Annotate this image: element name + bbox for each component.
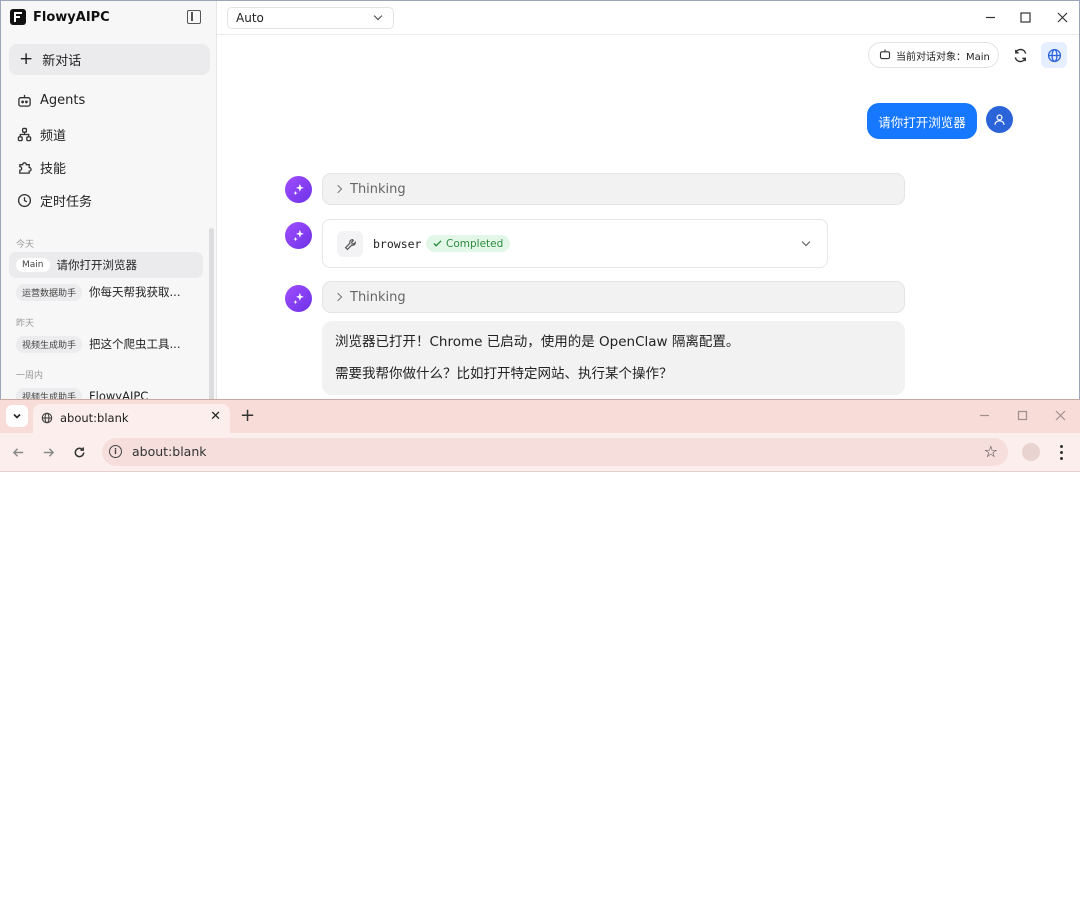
address-text: about:blank: [132, 444, 207, 459]
user-message-bubble: 请你打开浏览器: [867, 103, 977, 139]
puzzle-icon: [16, 160, 32, 176]
sidebar-item-label: Agents: [40, 92, 86, 108]
sidebar-item-label: 频道: [40, 129, 67, 144]
info-icon[interactable]: i: [109, 445, 122, 458]
clock-icon: [16, 193, 32, 209]
flowy-app-window: FlowyAIPC + 新对话 Agents 频道 技能 定时任务 今天 Mai…: [0, 0, 1080, 400]
reload-icon[interactable]: [70, 443, 88, 461]
network-icon: [16, 127, 32, 143]
sidebar-scrollbar[interactable]: [209, 228, 214, 399]
thinking-collapsible[interactable]: Thinking: [322, 281, 905, 313]
agent-tag: 运营数据助手: [16, 283, 83, 301]
profile-avatar[interactable]: [1022, 443, 1040, 461]
thinking-collapsible[interactable]: Thinking: [322, 173, 905, 205]
maximize-icon[interactable]: [1017, 9, 1033, 25]
plus-icon: +: [19, 49, 34, 69]
conversation-title: 请你打开浏览器: [56, 258, 138, 272]
chevron-down-icon[interactable]: [801, 237, 811, 247]
sidebar-item-channels[interactable]: 频道: [16, 125, 66, 144]
close-icon[interactable]: [1053, 408, 1067, 422]
chevron-right-icon: [333, 292, 343, 302]
browser-toggle-button[interactable]: [1041, 42, 1067, 68]
refresh-button[interactable]: [1011, 46, 1029, 64]
current-target-pill[interactable]: 当前对话对象：Main: [868, 42, 999, 68]
close-icon[interactable]: [1054, 9, 1070, 25]
new-tab-button[interactable]: +: [240, 405, 255, 426]
user-icon: [994, 114, 1005, 125]
model-select-value: Auto: [236, 11, 264, 25]
minimize-icon[interactable]: [982, 9, 998, 25]
tab-close-button[interactable]: ✕: [210, 409, 221, 424]
sparkle-icon: [292, 292, 304, 304]
thinking-label: Thinking: [350, 181, 406, 197]
conversation-item[interactable]: 运营数据助手 你每天帮我获取...: [9, 279, 203, 305]
tool-call-card[interactable]: browser Completed: [322, 219, 828, 268]
bot-avatar: [285, 222, 312, 249]
tab-title: about:blank: [60, 411, 129, 425]
sparkle-icon: [292, 183, 304, 195]
back-arrow-icon[interactable]: [9, 443, 27, 461]
section-title-week: 一周内: [16, 371, 44, 381]
chrome-window: about:blank ✕ + i about:blank ☆: [0, 399, 1080, 913]
maximize-icon[interactable]: [1015, 408, 1029, 422]
header-divider: [217, 34, 1079, 35]
assistant-message-bubble: 浏览器已打开！Chrome 已启动，使用的是 OpenClaw 隔离配置。 需要…: [322, 321, 905, 395]
sidebar-item-skills[interactable]: 技能: [16, 158, 66, 177]
chevron-down-icon: [373, 11, 383, 21]
bookmark-star-icon[interactable]: ☆: [984, 442, 998, 461]
sidebar-item-label: 定时任务: [40, 195, 93, 210]
agent-tag: Main: [16, 258, 50, 272]
sidebar: FlowyAIPC + 新对话 Agents 频道 技能 定时任务 今天 Mai…: [1, 1, 217, 399]
robot-icon: [16, 92, 32, 108]
model-select[interactable]: Auto: [227, 7, 394, 29]
wrench-icon: [337, 231, 363, 257]
conversation-item[interactable]: Main 请你打开浏览器: [9, 252, 203, 278]
status-badge: Completed: [426, 235, 511, 252]
forward-arrow-icon[interactable]: [39, 443, 57, 461]
robot-icon: [879, 48, 891, 63]
tab-search-button[interactable]: [6, 405, 28, 427]
minimize-icon[interactable]: [977, 408, 991, 422]
browser-toolbar: i about:blank ☆: [0, 433, 1080, 472]
app-logo-icon: [10, 9, 26, 25]
sparkle-icon: [292, 229, 304, 241]
brand: FlowyAIPC: [10, 9, 110, 25]
conversation-title: 把这个爬虫工具...: [89, 337, 181, 351]
agent-tag: 视频生成助手: [16, 335, 83, 353]
chevron-down-icon: [13, 413, 21, 419]
thinking-label: Thinking: [350, 289, 406, 305]
sidebar-item-agents[interactable]: Agents: [16, 92, 85, 108]
assistant-message-line: 浏览器已打开！Chrome 已启动，使用的是 OpenClaw 隔离配置。: [335, 334, 740, 350]
assistant-message-line: 需要我帮你做什么？比如打开特定网站、执行某个操作？: [335, 366, 673, 382]
current-target-label: 当前对话对象：Main: [896, 51, 990, 63]
app-name: FlowyAIPC: [33, 9, 110, 25]
bot-avatar: [285, 176, 312, 203]
globe-icon: [1047, 48, 1061, 62]
section-title-today: 今天: [16, 240, 35, 250]
sidebar-item-label: 技能: [40, 162, 67, 177]
user-avatar: [986, 106, 1013, 133]
check-icon: [433, 240, 442, 247]
globe-icon: [41, 412, 53, 424]
tool-name: browser: [373, 237, 422, 251]
new-chat-label: 新对话: [42, 54, 82, 69]
collapse-sidebar-icon[interactable]: [187, 10, 201, 24]
address-bar[interactable]: i about:blank ☆: [102, 438, 1008, 466]
more-menu-icon[interactable]: [1055, 443, 1067, 461]
conversation-item[interactable]: 视频生成助手 把这个爬虫工具...: [9, 331, 203, 357]
section-title-yesterday: 昨天: [16, 319, 35, 329]
conversation-title: 你每天帮我获取...: [89, 285, 181, 299]
chevron-right-icon: [333, 184, 343, 194]
new-chat-button[interactable]: + 新对话: [9, 44, 210, 75]
status-label: Completed: [446, 237, 504, 250]
conversation-item[interactable]: 视频生成助手 FlowyAIPC: [9, 383, 203, 399]
tab-strip: about:blank ✕ +: [0, 400, 1080, 433]
bot-avatar: [285, 285, 312, 312]
sidebar-item-scheduled-tasks[interactable]: 定时任务: [16, 191, 92, 210]
tab-about-blank[interactable]: about:blank ✕: [33, 404, 230, 433]
